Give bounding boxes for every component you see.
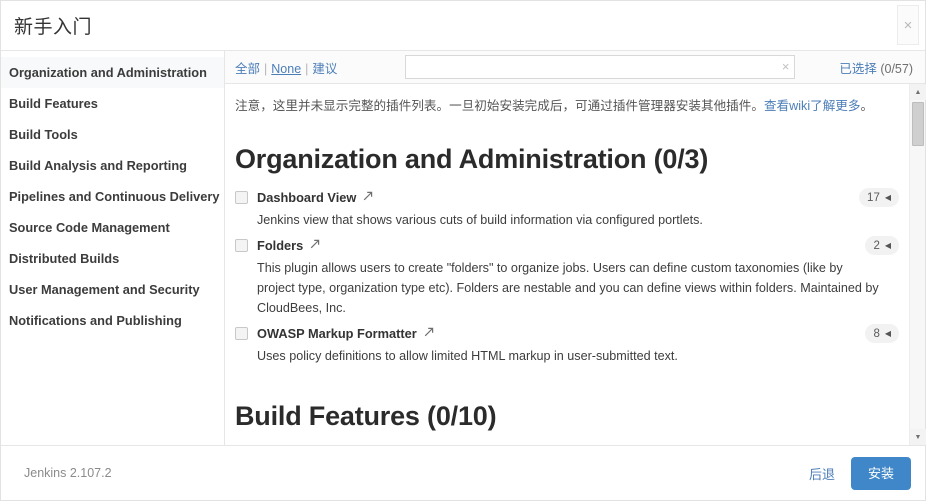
- sidebar-item-label: Build Features: [9, 96, 98, 111]
- plugin-checkbox-dashboard-view[interactable]: [235, 191, 248, 204]
- category-sidebar: Organization and Administration Build Fe…: [1, 51, 225, 445]
- link-separator: |: [305, 61, 309, 76]
- plugin-header: Folders 2 ◀: [235, 236, 899, 255]
- plugin-dependency-badge[interactable]: 8 ◀: [865, 324, 899, 343]
- plugin-name[interactable]: Folders: [257, 238, 303, 253]
- sidebar-item-build-features[interactable]: Build Features: [1, 88, 224, 119]
- plugin-row: Dashboard View 17 ◀ Jenkins view that sh…: [235, 187, 899, 235]
- dialog-body: Organization and Administration Build Fe…: [1, 51, 926, 445]
- plugin-description: Uses policy definitions to allow limited…: [257, 349, 678, 363]
- selected-count-value: (0/57): [880, 61, 913, 76]
- plugin-toolbar: 全部 | None | 建议 × 已选择 (0/57): [225, 51, 925, 84]
- select-none-link[interactable]: None: [271, 62, 301, 76]
- plugin-row: OWASP Markup Formatter 8 ◀ Uses policy d…: [235, 323, 899, 371]
- badge-arrow-icon: ◀: [884, 328, 891, 338]
- plugin-checkbox-folders[interactable]: [235, 239, 248, 252]
- page-title: 新手入门: [14, 17, 93, 38]
- plugin-content-column: 全部 | None | 建议 × 已选择 (0/57) 注意，这里并未显示完整的插件列表…: [225, 51, 926, 445]
- plugin-row: Folders 2 ◀ This plugin allows users to …: [235, 235, 899, 323]
- select-all-link[interactable]: 全部: [235, 62, 260, 76]
- setup-wizard-dialog: 新手入门 × Organization and Administration B…: [0, 0, 926, 501]
- sidebar-item-label: Build Tools: [9, 127, 78, 142]
- dialog-footer: Jenkins 2.107.2 后退 安装: [1, 445, 925, 500]
- sidebar-item-build-tools[interactable]: Build Tools: [1, 119, 224, 150]
- plugin-description: This plugin allows users to create "fold…: [257, 261, 879, 315]
- scroll-up-arrow-icon[interactable]: ▲: [910, 84, 926, 100]
- section-title-build-features: Build Features (0/10): [235, 401, 497, 431]
- sidebar-item-organization-and-administration[interactable]: Organization and Administration: [1, 57, 224, 88]
- wiki-link[interactable]: 查看wiki了解更多: [764, 99, 861, 113]
- back-link[interactable]: 后退: [809, 464, 835, 483]
- external-link-icon[interactable]: [310, 238, 320, 252]
- sidebar-item-pipelines-and-continuous-delivery[interactable]: Pipelines and Continuous Delivery: [1, 181, 224, 212]
- select-suggested-link[interactable]: 建议: [312, 62, 337, 76]
- plugin-name[interactable]: Dashboard View: [257, 190, 356, 205]
- plugin-name[interactable]: OWASP Markup Formatter: [257, 326, 417, 341]
- notice-text-before: 注意，这里并未显示完整的插件列表。一旦初始安装完成后，可通过插件管理器安装其他插…: [235, 99, 764, 113]
- plugin-header: OWASP Markup Formatter 8 ◀: [235, 324, 899, 343]
- scrollbar-thumb[interactable]: [912, 102, 924, 146]
- close-icon[interactable]: ×: [897, 5, 919, 45]
- external-link-icon[interactable]: [363, 190, 373, 204]
- footer-actions: 后退 安装: [809, 456, 911, 490]
- sidebar-item-label: User Management and Security: [9, 282, 200, 297]
- selected-link[interactable]: 已选择: [839, 62, 877, 76]
- search-container: ×: [405, 55, 796, 79]
- selected-count: 已选择 (0/57): [839, 58, 915, 77]
- badge-arrow-icon: ◀: [884, 192, 891, 202]
- plugin-checkbox-owasp-markup-formatter[interactable]: [235, 327, 248, 340]
- clear-search-icon[interactable]: ×: [782, 58, 790, 76]
- plugin-list-scrollbar[interactable]: ▲ ▼: [909, 84, 926, 445]
- external-link-icon[interactable]: [424, 326, 434, 340]
- link-separator: |: [264, 61, 268, 76]
- selection-links: 全部 | None | 建议: [235, 58, 337, 77]
- plugin-list-notice: 注意，这里并未显示完整的插件列表。一旦初始安装完成后，可通过插件管理器安装其他插…: [235, 96, 880, 118]
- plugin-dependency-badge[interactable]: 17 ◀: [859, 188, 899, 207]
- install-button[interactable]: 安装: [850, 456, 911, 490]
- badge-arrow-icon: ◀: [884, 240, 891, 250]
- jenkins-version-label: Jenkins 2.107.2: [24, 466, 112, 480]
- plugin-list-scroll-area: 注意，这里并未显示完整的插件列表。一旦初始安装完成后，可通过插件管理器安装其他插…: [225, 84, 925, 445]
- sidebar-item-build-analysis-and-reporting[interactable]: Build Analysis and Reporting: [1, 150, 224, 181]
- plugin-dependency-badge[interactable]: 2 ◀: [865, 236, 899, 255]
- sidebar-item-label: Notifications and Publishing: [9, 313, 182, 328]
- sidebar-item-label: Distributed Builds: [9, 251, 120, 266]
- notice-text-after: 。: [860, 99, 874, 113]
- badge-count: 8: [873, 327, 880, 340]
- badge-count: 2: [873, 239, 880, 252]
- sidebar-item-source-code-management[interactable]: Source Code Management: [1, 212, 224, 243]
- sidebar-item-label: Source Code Management: [9, 220, 170, 235]
- scroll-down-arrow-icon[interactable]: ▼: [910, 429, 926, 445]
- plugin-list: 注意，这里并未显示完整的插件列表。一旦初始安装完成后，可通过插件管理器安装其他插…: [225, 84, 925, 432]
- plugin-header: Dashboard View 17 ◀: [235, 188, 899, 207]
- sidebar-item-distributed-builds[interactable]: Distributed Builds: [1, 243, 224, 274]
- section-title-organization-and-administration: Organization and Administration (0/3): [235, 144, 709, 174]
- sidebar-item-label: Organization and Administration: [9, 65, 207, 80]
- badge-count: 17: [867, 191, 880, 204]
- sidebar-item-label: Pipelines and Continuous Delivery: [9, 189, 220, 204]
- sidebar-item-user-management-and-security[interactable]: User Management and Security: [1, 274, 224, 305]
- sidebar-item-label: Build Analysis and Reporting: [9, 158, 187, 173]
- sidebar-item-notifications-and-publishing[interactable]: Notifications and Publishing: [1, 305, 224, 336]
- search-input[interactable]: [405, 55, 796, 79]
- plugin-description: Jenkins view that shows various cuts of …: [257, 213, 703, 227]
- dialog-header: 新手入门 ×: [1, 1, 925, 51]
